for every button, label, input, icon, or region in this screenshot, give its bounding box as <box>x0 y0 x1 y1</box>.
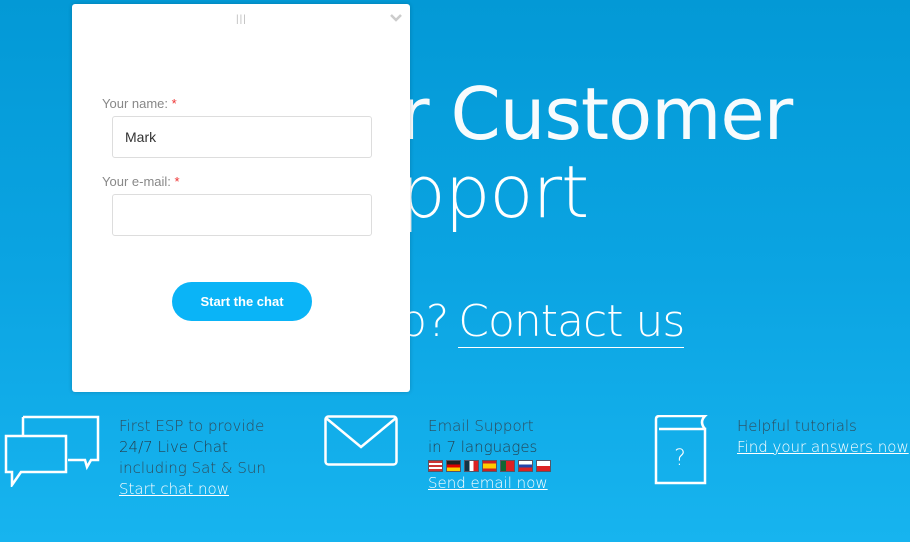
email-label: Your e-mail: * <box>102 174 180 189</box>
flag-pt-icon <box>500 460 515 472</box>
start-chat-button[interactable]: Start the chat <box>172 282 312 321</box>
drag-handle-icon[interactable]: ||| <box>236 14 247 25</box>
book-question-icon: ? <box>654 415 708 485</box>
chat-form-panel: ||| Your name: * Your e-mail: * Start th… <box>72 4 410 392</box>
contact-us-link[interactable]: Contact us <box>458 296 685 348</box>
flag-es-icon <box>482 460 497 472</box>
name-label: Your name: * <box>102 96 177 111</box>
feature-email: Email Support in 7 languages Send email … <box>428 416 551 494</box>
hero-heading-line2: pport <box>400 150 589 234</box>
svg-text:?: ? <box>674 446 686 471</box>
hero-heading-line1: r Customer <box>400 72 793 156</box>
hero-contact-line: o? Contact us <box>400 296 685 348</box>
chat-bubbles-icon <box>4 415 100 487</box>
start-chat-now-link[interactable]: Start chat now <box>119 479 266 500</box>
flag-fr-icon <box>464 460 479 472</box>
feature-live-chat: First ESP to provide 24/7 Live Chat incl… <box>119 416 266 500</box>
feature-text: in 7 languages <box>428 438 538 456</box>
find-answers-link[interactable]: Find your answers now <box>737 437 909 458</box>
envelope-icon <box>324 415 398 466</box>
flag-de-icon <box>446 460 461 472</box>
name-input[interactable] <box>112 116 372 158</box>
flag-pl-icon <box>536 460 551 472</box>
feature-text: First ESP to provide <box>119 417 265 435</box>
flag-us-icon <box>428 460 443 472</box>
email-input[interactable] <box>112 194 372 236</box>
feature-text: Email Support <box>428 417 534 435</box>
feature-text: including Sat & Sun <box>119 459 266 477</box>
feature-text: 24/7 Live Chat <box>119 438 228 456</box>
feature-text: Helpful tutorials <box>737 417 857 435</box>
feature-tutorials: Helpful tutorials Find your answers now <box>737 416 909 458</box>
chevron-down-icon[interactable] <box>390 12 402 24</box>
flag-ru-icon <box>518 460 533 472</box>
send-email-now-link[interactable]: Send email now <box>428 473 551 494</box>
language-flags <box>428 460 551 472</box>
